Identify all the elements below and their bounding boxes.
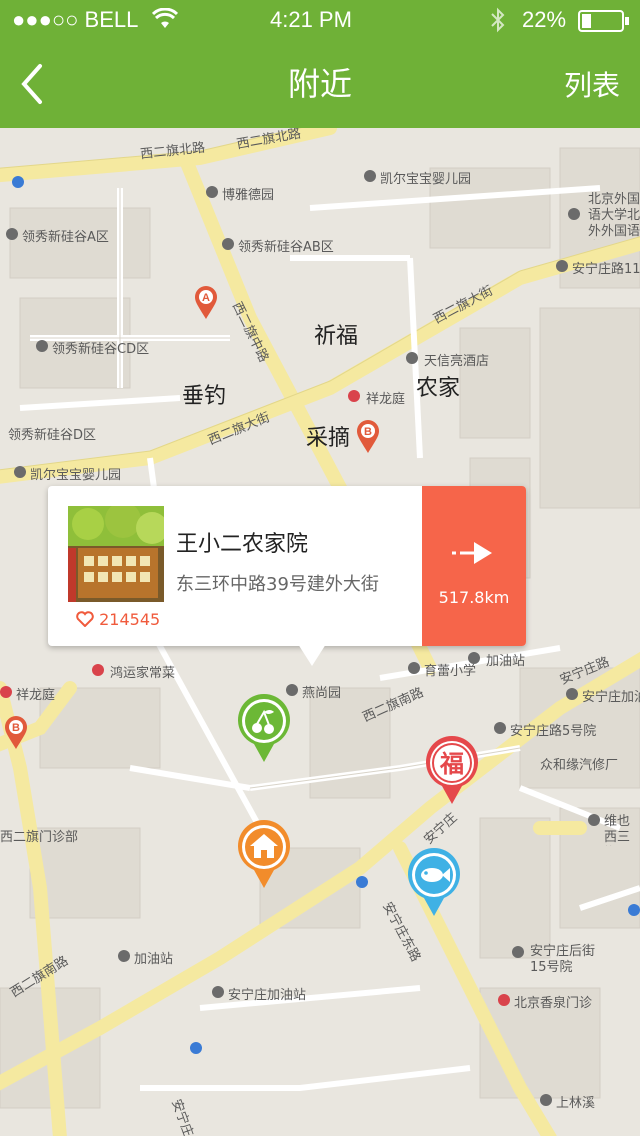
- place-label: 祥龙庭: [16, 688, 56, 703]
- poi-icon: [556, 260, 568, 272]
- bus-stop-icon: [356, 876, 368, 888]
- status-bar: ●●●○○ BELL 4:21 PM 22%: [0, 0, 640, 40]
- restaurant-icon: [0, 686, 12, 698]
- place-label: 安宁庄后街15号院: [530, 944, 596, 975]
- place-label: 安宁庄加油: [582, 690, 640, 705]
- place-label: 安宁庄路5号院: [510, 724, 597, 739]
- poi-icon: [206, 186, 218, 198]
- navigation-bar: 附近 列表: [0, 40, 640, 128]
- place-info-card[interactable]: 王小二农家院 东三环中路39号建外大街 214545 517.8km: [48, 486, 526, 646]
- place-label: 领秀新硅谷CD区: [52, 342, 150, 357]
- time-label: 4:21 PM: [270, 7, 352, 32]
- bus-stop-icon: [190, 1042, 202, 1054]
- place-label: 祥龙庭: [366, 392, 406, 407]
- poi-icon: [540, 1094, 552, 1106]
- map-marker-b[interactable]: B: [356, 420, 380, 454]
- page-title: 附近: [287, 65, 352, 103]
- gas-station-icon: [468, 652, 480, 664]
- place-label: 北京香泉门诊: [514, 996, 593, 1011]
- gas-station-icon: [566, 688, 578, 700]
- fishing-pin[interactable]: [406, 848, 462, 918]
- poi-icon: [6, 228, 18, 240]
- poi-icon: [364, 170, 376, 182]
- wifi-icon: [151, 7, 179, 34]
- category-label: 农家: [416, 376, 461, 401]
- poi-icon: [568, 208, 580, 220]
- navigate-button[interactable]: 517.8km: [422, 486, 526, 646]
- place-label: 鸿运家常菜: [110, 666, 176, 681]
- place-label: 育蕾小学: [424, 664, 477, 679]
- fu-label: 福: [439, 750, 464, 778]
- poi-icon: [36, 340, 48, 352]
- poi-icon: [14, 466, 26, 478]
- fu-pin[interactable]: 福: [424, 736, 480, 806]
- place-label: 博雅德园: [222, 188, 275, 203]
- likes-value: 214545: [99, 610, 161, 629]
- bus-stop-icon: [12, 176, 24, 188]
- bluetooth-icon: [490, 7, 506, 37]
- place-label: 燕尚园: [302, 686, 342, 701]
- place-name: 王小二农家院: [176, 532, 309, 557]
- place-label: 加油站: [134, 952, 174, 967]
- map-marker-b[interactable]: B: [4, 716, 28, 750]
- poi-icon: [512, 946, 524, 958]
- place-label: 领秀新硅谷A区: [22, 230, 109, 245]
- farmhouse-pin[interactable]: [236, 820, 292, 890]
- category-label: 采摘: [306, 426, 351, 451]
- marker-letter: B: [364, 426, 372, 438]
- map-marker-a[interactable]: A: [194, 286, 218, 320]
- carrier-label: ●●●○○ BELL: [12, 7, 139, 32]
- poi-icon: [588, 814, 600, 826]
- place-label: 安宁庄路11: [572, 262, 640, 277]
- marker-letter: B: [12, 722, 20, 734]
- marker-letter: A: [202, 292, 210, 304]
- place-label: 安宁庄加油站: [228, 988, 307, 1003]
- school-icon: [408, 662, 420, 674]
- poi-icon: [222, 238, 234, 250]
- battery-percent: 22%: [522, 7, 567, 32]
- arrow-right-icon: [452, 542, 492, 564]
- place-thumbnail: [68, 506, 164, 602]
- place-label: 西二旗门诊部: [0, 830, 79, 845]
- place-label: 天信亮酒店: [424, 354, 490, 369]
- place-label: 凯尔宝宝婴儿园: [380, 172, 472, 187]
- hotel-icon: [406, 352, 418, 364]
- restaurant-icon: [92, 664, 104, 676]
- place-label: 凯尔宝宝婴儿园: [30, 468, 122, 483]
- bus-stop-icon: [628, 904, 640, 916]
- place-label: 维也西三旗: [604, 814, 631, 845]
- place-label: 众和缘汽修厂: [540, 758, 619, 773]
- poi-icon: [494, 722, 506, 734]
- restaurant-icon: [348, 390, 360, 402]
- heart-icon: [76, 611, 94, 628]
- gas-station-icon: [212, 986, 224, 998]
- place-label: 领秀新硅谷D区: [8, 428, 97, 443]
- list-button[interactable]: 列表: [564, 68, 620, 104]
- place-label: 领秀新硅谷AB区: [238, 240, 334, 255]
- gas-station-icon: [118, 950, 130, 962]
- hospital-icon: [498, 994, 510, 1006]
- place-label: 加油站: [486, 654, 526, 669]
- category-label: 祈福: [314, 324, 359, 349]
- card-pointer: [298, 644, 326, 666]
- cherry-pin[interactable]: [236, 694, 292, 764]
- place-address: 东三环中路39号建外大街: [176, 574, 379, 595]
- likes-count[interactable]: 214545: [76, 610, 160, 629]
- battery-icon: [578, 10, 630, 36]
- place-label: 北京外国语大学北外外国语学: [588, 192, 640, 239]
- distance-label: 517.8km: [438, 588, 510, 607]
- category-label: 垂钓: [182, 384, 227, 409]
- place-label: 上林溪: [556, 1096, 596, 1111]
